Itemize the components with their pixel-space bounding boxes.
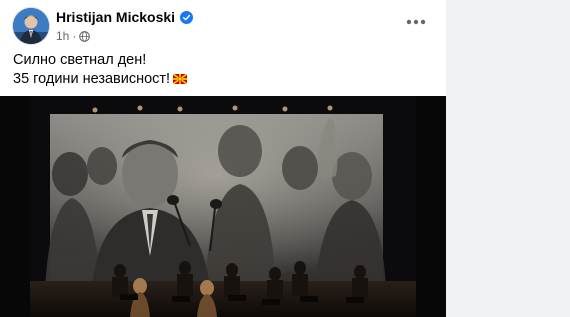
author-name[interactable]: Hristijan Mickoski [56, 9, 175, 25]
post-text-line-2-text: 35 години независност! [13, 71, 171, 87]
post-text-line-2: 35 години независност! [13, 70, 188, 89]
more-horizontal-icon [406, 19, 426, 25]
avatar-image [13, 8, 49, 44]
meta-separator: · [72, 29, 77, 43]
facebook-post: Hristijan Mickoski 1h · Силно светнал де… [0, 0, 446, 317]
globe-icon[interactable] [79, 30, 91, 42]
author-line: Hristijan Mickoski [56, 9, 194, 25]
post-text: Силно светнал ден! 35 години независност… [13, 51, 188, 89]
post-photo[interactable] [0, 96, 446, 317]
post-text-line-1: Силно светнал ден! [13, 52, 147, 68]
more-options-button[interactable] [404, 10, 428, 34]
author-avatar[interactable] [13, 8, 49, 44]
post-meta: 1h · [56, 29, 91, 43]
north-macedonia-flag-icon [173, 74, 188, 84]
post-timestamp[interactable]: 1h [56, 29, 69, 43]
stage-screen-image [0, 96, 446, 317]
verified-badge-icon [180, 10, 194, 24]
